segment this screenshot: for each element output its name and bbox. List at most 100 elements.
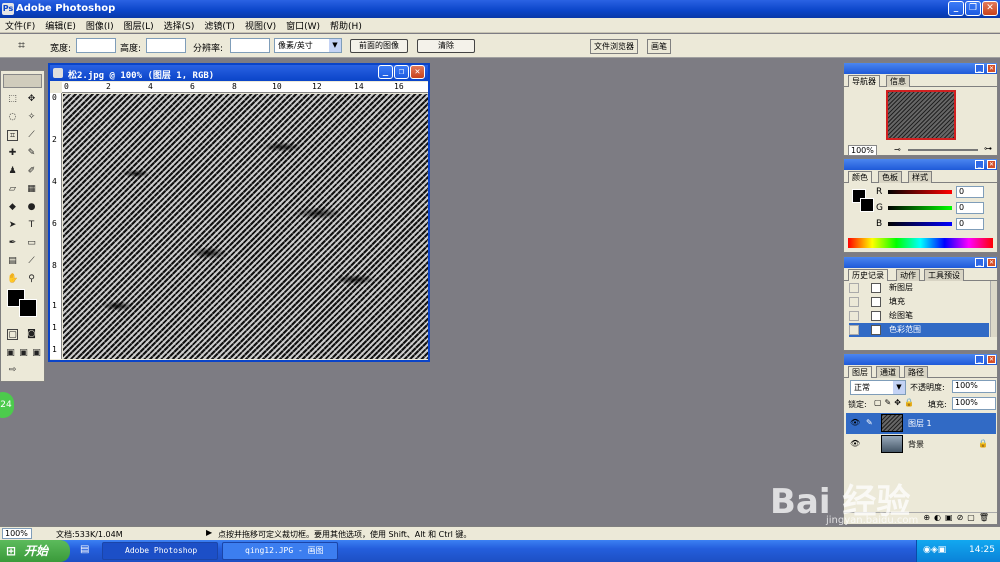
eye-icon[interactable]: 👁	[850, 439, 860, 448]
tab-channels[interactable]: 通道	[876, 366, 900, 378]
crop-tool-icon[interactable]: ⌗	[16, 39, 27, 51]
document-title-bar[interactable]: 松2.jpg @ 100% (图层 1, RGB) _ ❐ ✕	[50, 65, 428, 81]
tab-info[interactable]: 信息	[886, 75, 910, 87]
minimize-button[interactable]: _	[948, 1, 964, 16]
tab-swatches[interactable]: 色板	[878, 171, 902, 183]
zoom-in-icon[interactable]: ⊶	[984, 144, 992, 153]
history-item[interactable]: 填充	[849, 295, 989, 309]
healing-brush-icon[interactable]: ✚	[7, 148, 18, 159]
doc-close-button[interactable]: ✕	[410, 65, 425, 79]
fill-input[interactable]: 100%	[952, 397, 996, 410]
panel-header[interactable]: _ ✕	[844, 354, 997, 365]
start-button[interactable]: ⊞ 开始	[0, 540, 70, 562]
blur-tool-icon[interactable]: ◆	[7, 202, 18, 213]
eye-logo-icon[interactable]	[3, 74, 42, 88]
panel-close-icon[interactable]: ✕	[987, 160, 996, 169]
history-item-selected[interactable]: 色彩范围	[849, 323, 989, 337]
panel-minimize-icon[interactable]: _	[975, 160, 984, 169]
tab-history[interactable]: 历史记录	[848, 269, 888, 281]
r-slider[interactable]	[888, 190, 952, 194]
menu-select[interactable]: 选择(S)	[159, 18, 200, 33]
tab-brushes[interactable]: 画笔	[647, 39, 671, 54]
menu-window[interactable]: 窗口(W)	[281, 18, 325, 33]
r-input[interactable]: 0	[956, 186, 984, 198]
marquee-tool-icon[interactable]: ⬚	[7, 94, 18, 105]
doc-maximize-button[interactable]: ❐	[394, 65, 409, 79]
maximize-button[interactable]: ❐	[965, 1, 981, 16]
history-scrollbar[interactable]	[990, 281, 997, 337]
stamp-tool-icon[interactable]: ♟	[7, 166, 18, 177]
horizontal-ruler[interactable]: 0 2 4 6 8 10 12 14 16	[62, 82, 428, 93]
panel-minimize-icon[interactable]: _	[975, 64, 984, 73]
vertical-ruler[interactable]: 0 2 4 6 8 1 1 1	[50, 93, 62, 359]
b-input[interactable]: 0	[956, 218, 984, 230]
panel-minimize-icon[interactable]: _	[975, 258, 984, 267]
pen-tool-icon[interactable]: ✒	[7, 238, 18, 249]
navigator-zoom[interactable]: 100%	[848, 145, 877, 156]
bg-color-swatch[interactable]	[860, 198, 874, 212]
close-button[interactable]: ✕	[982, 1, 998, 16]
screen-mode-3-icon[interactable]: ▣	[31, 348, 42, 359]
gradient-tool-icon[interactable]: ▦	[26, 184, 37, 195]
task-photoshop[interactable]: Adobe Photoshop	[102, 542, 218, 560]
g-slider[interactable]	[888, 206, 952, 210]
tab-tool-presets[interactable]: 工具预设	[924, 269, 964, 281]
crop-tool-icon[interactable]: ⌗	[7, 130, 18, 141]
panel-header[interactable]: _ ✕	[844, 159, 997, 170]
show-desktop-icon[interactable]: ▤	[80, 544, 89, 555]
type-tool-icon[interactable]: T	[26, 220, 37, 231]
width-input[interactable]	[76, 38, 116, 53]
lock-icons[interactable]: ▢✎✥🔒	[874, 398, 917, 407]
move-tool-icon[interactable]: ✥	[26, 94, 37, 105]
standard-mode-icon[interactable]: ▢	[7, 329, 18, 340]
menu-file[interactable]: 文件(F)	[0, 18, 40, 33]
screen-mode-2-icon[interactable]: ▣	[18, 348, 29, 359]
slice-tool-icon[interactable]: ⟋	[26, 130, 37, 141]
tab-styles[interactable]: 样式	[908, 171, 932, 183]
history-item[interactable]: 新图层	[849, 281, 989, 295]
tab-paths[interactable]: 路径	[904, 366, 928, 378]
document-window[interactable]: 松2.jpg @ 100% (图层 1, RGB) _ ❐ ✕ 0 2 4 6 …	[48, 63, 430, 362]
layer-row[interactable]: 👁 背景 🔒	[846, 434, 996, 455]
front-image-button[interactable]: 前面的图像	[350, 39, 408, 53]
screen-mode-1-icon[interactable]: ▣	[5, 348, 16, 359]
b-slider[interactable]	[888, 222, 952, 226]
panel-close-icon[interactable]: ✕	[987, 355, 996, 364]
unit-select[interactable]: 像素/英寸 ▼	[274, 38, 342, 53]
history-item[interactable]: 绘图笔	[849, 309, 989, 323]
history-brush-icon[interactable]: ✐	[26, 166, 37, 177]
clear-button[interactable]: 清除	[417, 39, 475, 53]
eye-icon[interactable]: 👁	[850, 418, 860, 427]
g-input[interactable]: 0	[956, 202, 984, 214]
dodge-tool-icon[interactable]: ●	[26, 202, 37, 213]
image-canvas[interactable]	[63, 94, 428, 359]
notes-tool-icon[interactable]: ▤	[7, 256, 18, 267]
zoom-slider[interactable]	[908, 149, 978, 151]
opacity-input[interactable]: 100%	[952, 380, 996, 393]
tab-actions[interactable]: 动作	[896, 269, 920, 281]
quick-mask-icon[interactable]: ◙	[26, 329, 37, 340]
brush-tool-icon[interactable]: ✎	[26, 148, 37, 159]
menu-image[interactable]: 图像(I)	[81, 18, 119, 33]
menu-help[interactable]: 帮助(H)	[325, 18, 367, 33]
hand-tool-icon[interactable]: ✋	[7, 274, 18, 285]
panel-header[interactable]: _ ✕	[844, 63, 997, 74]
path-select-icon[interactable]: ➤	[7, 220, 18, 231]
panel-close-icon[interactable]: ✕	[987, 64, 996, 73]
zoom-tool-icon[interactable]: ⚲	[26, 274, 37, 285]
clock[interactable]: 14:25	[969, 545, 995, 555]
menu-layer[interactable]: 图层(L)	[119, 18, 159, 33]
doc-minimize-button[interactable]: _	[378, 65, 393, 79]
tray-icons[interactable]: ◉◈▣	[923, 545, 946, 555]
tab-file-browser[interactable]: 文件浏览器	[590, 39, 638, 54]
resolution-input[interactable]	[230, 38, 270, 53]
magic-wand-icon[interactable]: ✧	[26, 112, 37, 123]
tab-layers[interactable]: 图层	[848, 366, 872, 378]
arrow-right-icon[interactable]: ▶	[206, 528, 212, 537]
side-badge[interactable]: 24	[0, 392, 14, 418]
shape-tool-icon[interactable]: ▭	[26, 238, 37, 249]
lasso-tool-icon[interactable]: ◌	[7, 112, 18, 123]
panel-close-icon[interactable]: ✕	[987, 258, 996, 267]
eraser-tool-icon[interactable]: ▱	[7, 184, 18, 195]
eyedropper-icon[interactable]: ⟋	[26, 256, 37, 267]
